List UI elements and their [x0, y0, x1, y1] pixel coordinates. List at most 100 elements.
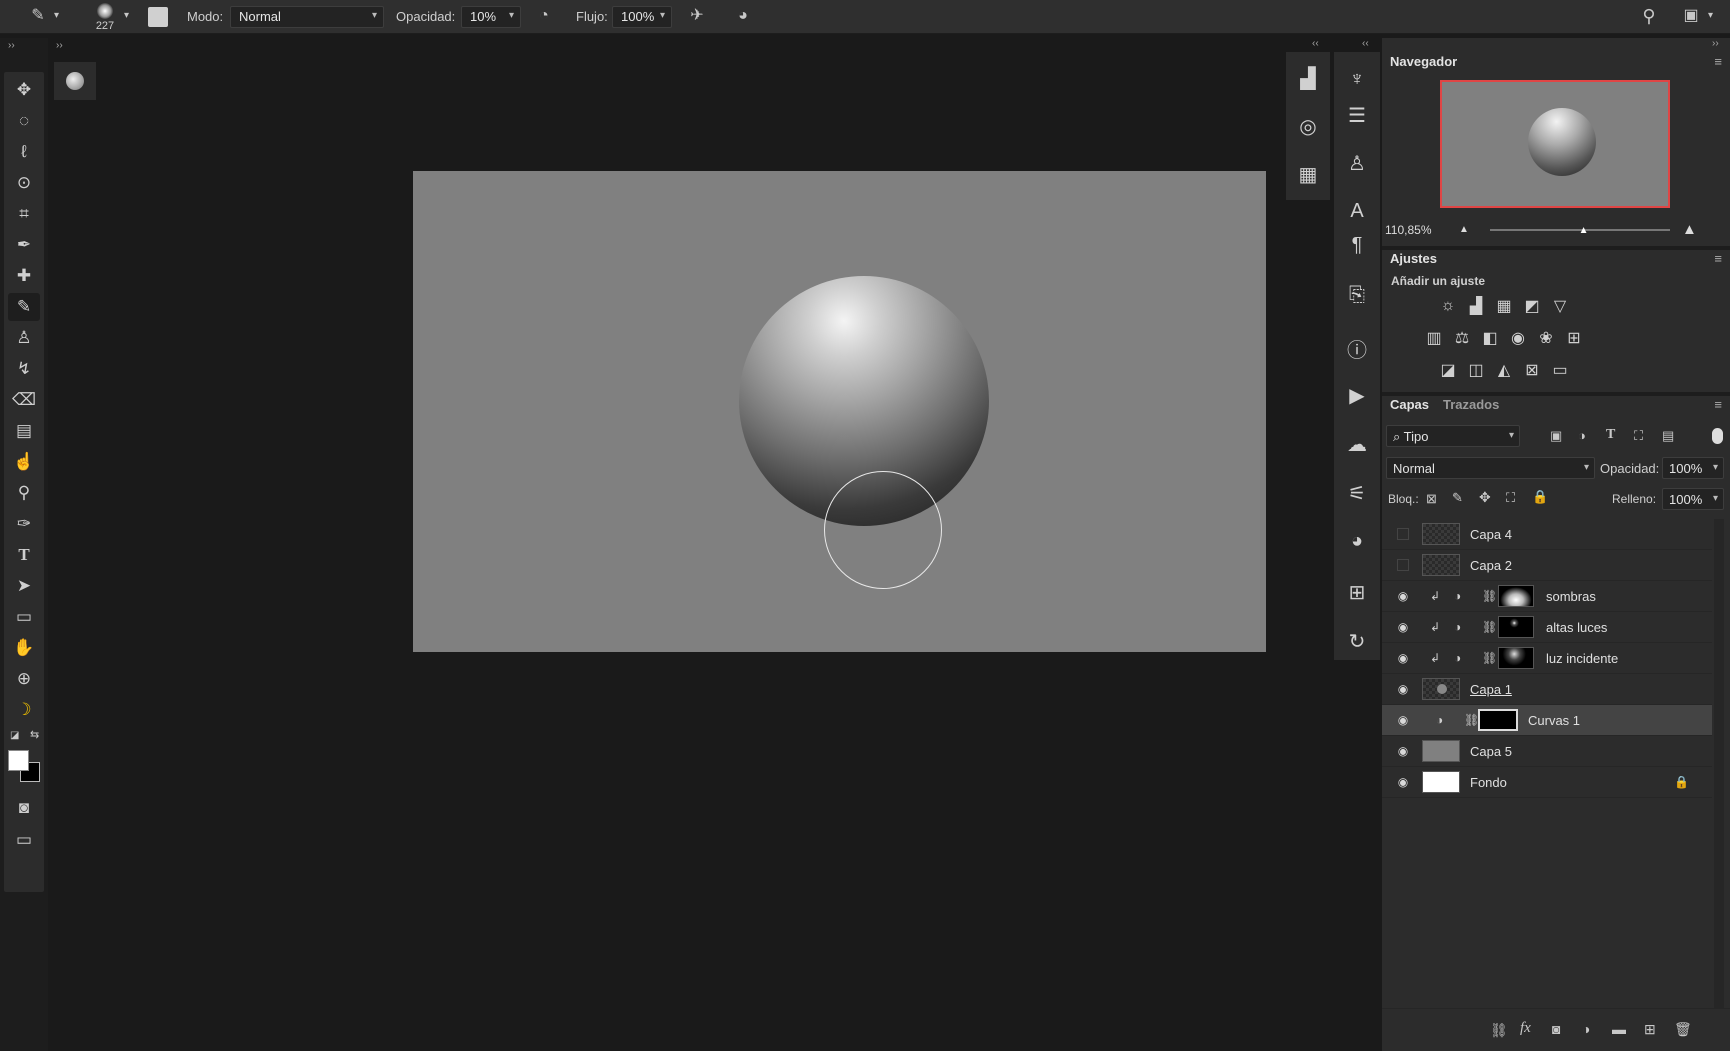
link-icon[interactable]: ⛓: [1482, 589, 1497, 603]
paragraph-icon[interactable]: ¶: [1334, 234, 1380, 257]
quick-mask-icon[interactable]: ◙: [8, 794, 40, 822]
lock-transparent-icon[interactable]: ⊠: [1426, 492, 1437, 505]
layer-filter-select[interactable]: ⌕ Tipo ▾: [1386, 425, 1520, 447]
fx-icon[interactable]: fx: [1520, 1021, 1531, 1036]
gradient-tool-icon[interactable]: ▤: [8, 417, 40, 445]
eye-icon[interactable]: ◉: [1395, 620, 1411, 634]
layer-row[interactable]: ◉ ◑ ⛓ Curvas 1: [1382, 705, 1712, 736]
vibrance-icon[interactable]: ▽: [1548, 294, 1572, 318]
opacity-field[interactable]: 10% ▾: [461, 6, 521, 28]
channel-mixer-icon[interactable]: ❀: [1534, 326, 1558, 350]
healing-brush-tool-icon[interactable]: ✚: [8, 262, 40, 290]
filter-shape-icon[interactable]: ⛶: [1634, 429, 1643, 442]
rectangle-tool-icon[interactable]: ▭: [8, 603, 40, 631]
glyphs-icon[interactable]: ⎘: [1334, 284, 1380, 307]
layer-mask-thumbnail[interactable]: [1478, 709, 1518, 731]
visibility-toggle[interactable]: [1397, 559, 1409, 571]
exposure-icon[interactable]: ◩: [1520, 294, 1544, 318]
default-colors-icon[interactable]: ◪: [10, 730, 19, 741]
new-layer-icon[interactable]: ⊞: [1644, 1022, 1656, 1036]
pressure-size-icon[interactable]: ◕: [732, 8, 754, 24]
brush-preset-picker[interactable]: 227: [90, 2, 120, 32]
collapse-strip-icon[interactable]: ‹‹: [1312, 38, 1319, 49]
new-group-folder-icon[interactable]: ▬: [1612, 1022, 1626, 1036]
layer-mask-thumbnail[interactable]: [1498, 585, 1534, 607]
swap-colors-icon[interactable]: ⇆: [30, 728, 39, 741]
color-balance-icon[interactable]: ⚖: [1450, 326, 1474, 350]
tab-paths[interactable]: Trazados: [1443, 397, 1499, 412]
search-icon[interactable]: ⚲: [1638, 7, 1660, 25]
filter-pixel-icon[interactable]: ▣: [1550, 429, 1562, 442]
zoom-slider-handle[interactable]: ▲: [1579, 226, 1589, 236]
layer-row[interactable]: ◉ ↲ ◑ ⛓ altas luces: [1382, 612, 1712, 643]
flow-field[interactable]: 100% ▾: [612, 6, 672, 28]
layer-row[interactable]: ◉ Capa 5: [1382, 736, 1712, 767]
eyedropper-tool-icon[interactable]: ✒: [8, 231, 40, 259]
path-selection-tool-icon[interactable]: ➤: [8, 572, 40, 600]
filter-adjustment-icon[interactable]: ◑: [1578, 429, 1586, 442]
pressure-opacity-icon[interactable]: ◔: [534, 8, 554, 24]
brush-settings-icon[interactable]: ♆: [1334, 68, 1380, 91]
lasso-tool-icon[interactable]: ℓ: [8, 138, 40, 166]
layer-opacity-field[interactable]: 100% ▾: [1662, 457, 1724, 479]
new-adjustment-icon[interactable]: ◑: [1582, 1022, 1590, 1036]
invert-icon[interactable]: ◪: [1436, 358, 1460, 382]
zoom-tool-icon[interactable]: ⊕: [8, 665, 40, 693]
selective-color-icon[interactable]: ⊠: [1520, 358, 1544, 382]
link-icon[interactable]: ⛓: [1482, 620, 1497, 634]
layer-mask-thumbnail[interactable]: [1498, 616, 1534, 638]
chevron-down-icon[interactable]: ▾: [1708, 11, 1713, 21]
clone-stamp-tool-icon[interactable]: ♙: [8, 324, 40, 352]
layer-row[interactable]: ◉ ↲ ◑ ⛓ luz incidente: [1382, 643, 1712, 674]
layer-row[interactable]: Capa 2: [1382, 550, 1712, 581]
lock-artboard-icon[interactable]: ⛶: [1506, 491, 1515, 504]
elliptical-marquee-tool-icon[interactable]: ◌: [8, 107, 40, 135]
navigator-zoom-value[interactable]: 110,85%: [1385, 223, 1431, 237]
eye-icon[interactable]: ◉: [1395, 589, 1411, 603]
gradient-map-icon[interactable]: ▭: [1548, 358, 1572, 382]
visibility-toggle[interactable]: [1397, 528, 1409, 540]
document-canvas[interactable]: [413, 171, 1266, 652]
expand-panel-icon[interactable]: ››: [56, 40, 63, 51]
pen-tool-icon[interactable]: ✑: [8, 510, 40, 538]
brightness-contrast-icon[interactable]: ☼: [1436, 294, 1460, 318]
actions-play-icon[interactable]: ▶: [1334, 383, 1380, 408]
foreground-color-swatch[interactable]: [8, 750, 29, 771]
history-icon[interactable]: ↻: [1334, 629, 1380, 654]
quick-selection-tool-icon[interactable]: ⊙: [8, 169, 40, 197]
blend-mode-select[interactable]: Normal ▾: [1386, 457, 1595, 479]
layer-row[interactable]: Capa 4: [1382, 519, 1712, 550]
timeline-icon[interactable]: ▦: [1286, 162, 1330, 187]
mode-select[interactable]: Normal ▾: [230, 6, 384, 28]
properties-icon[interactable]: ☰: [1334, 103, 1380, 128]
lock-all-icon[interactable]: 🔒: [1532, 490, 1548, 503]
hue-saturation-icon[interactable]: ▥: [1422, 326, 1446, 350]
curves-icon[interactable]: ▦: [1492, 294, 1516, 318]
swatches-icon[interactable]: ◕: [1334, 530, 1380, 553]
character-icon[interactable]: A: [1334, 200, 1380, 223]
fill-field[interactable]: 100% ▾: [1662, 488, 1724, 510]
type-tool-icon[interactable]: T: [8, 541, 40, 569]
airbrush-icon[interactable]: ✈: [686, 8, 708, 24]
black-white-icon[interactable]: ◧: [1478, 326, 1502, 350]
eye-icon[interactable]: ◉: [1395, 775, 1411, 789]
smudge-tool-icon[interactable]: ☝: [8, 448, 40, 476]
lock-pixels-icon[interactable]: ✎: [1452, 491, 1463, 504]
levels-icon[interactable]: ▟: [1464, 294, 1488, 318]
eye-icon[interactable]: ◉: [1395, 713, 1411, 727]
chevron-down-icon[interactable]: ▾: [124, 11, 129, 21]
posterize-icon[interactable]: ◫: [1464, 358, 1488, 382]
add-mask-icon[interactable]: ◙: [1552, 1022, 1560, 1036]
dodge-tool-icon[interactable]: ⚲: [8, 479, 40, 507]
layer-row[interactable]: ◉ Capa 1: [1382, 674, 1712, 705]
brush-settings-panel-icon[interactable]: [148, 7, 168, 27]
eye-icon[interactable]: ◉: [1395, 651, 1411, 665]
link-layers-icon[interactable]: ⛓: [1490, 1023, 1508, 1037]
info-icon[interactable]: ⓘ: [1334, 334, 1380, 363]
eye-icon[interactable]: ◉: [1395, 744, 1411, 758]
link-icon[interactable]: ⛓: [1464, 713, 1479, 727]
screen-mode-icon[interactable]: ▭: [8, 826, 40, 854]
photo-filter-icon[interactable]: ◉: [1506, 326, 1530, 350]
workspace-icon[interactable]: ▣: [1680, 8, 1702, 24]
hand-tool-icon[interactable]: ✋: [8, 634, 40, 662]
